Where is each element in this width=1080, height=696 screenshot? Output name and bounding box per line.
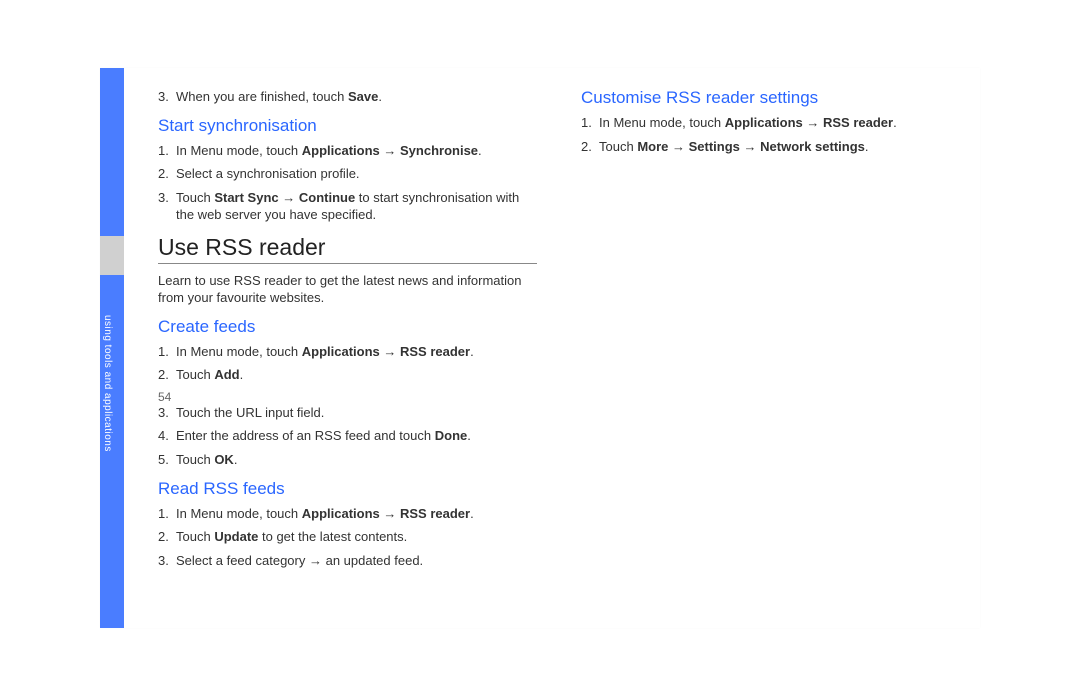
step-item: Touch the URL input field. [176, 404, 537, 422]
text-bold: More [637, 139, 668, 154]
step-num: 3. [158, 88, 169, 106]
step-item: Touch More → Settings → Network settings… [599, 138, 960, 156]
steps-read-rss: In Menu mode, touch Applications → RSS r… [158, 505, 537, 570]
text: When you are finished, touch [176, 89, 348, 104]
page-content: 3. When you are finished, touch Save. St… [124, 68, 980, 628]
text-bold: Save [348, 89, 378, 104]
heading-read-rss: Read RSS feeds [158, 479, 537, 499]
step-item: In Menu mode, touch Applications → RSS r… [176, 343, 537, 361]
page-number: 54 [158, 390, 537, 404]
steps-customise: In Menu mode, touch Applications → RSS r… [581, 114, 960, 155]
text: to get the latest contents. [258, 529, 407, 544]
heading-create-feeds: Create feeds [158, 317, 537, 337]
text-bold: RSS reader [400, 506, 470, 521]
step-item: 3. When you are finished, touch Save. [158, 88, 537, 106]
strip-segment: using tools and applications [100, 275, 124, 628]
text: In Menu mode, touch [599, 115, 725, 130]
step-item: In Menu mode, touch Applications → RSS r… [599, 114, 960, 132]
text-bold: Done [435, 428, 468, 443]
step-item: Touch Start Sync → Continue to start syn… [176, 189, 537, 224]
text: . [467, 428, 471, 443]
text-bold: RSS reader [823, 115, 893, 130]
text-bold: Applications [302, 143, 380, 158]
text-bold: Applications [302, 506, 380, 521]
step-item: In Menu mode, touch Applications → Synch… [176, 142, 537, 160]
text: → [279, 190, 299, 205]
text: → [803, 115, 823, 130]
text: In Menu mode, touch [176, 344, 302, 359]
columns: 3. When you are finished, touch Save. St… [158, 88, 960, 616]
step-item: Touch OK. [176, 451, 537, 469]
text-bold: Applications [725, 115, 803, 130]
text: . [865, 139, 869, 154]
step-item: Touch Update to get the latest contents. [176, 528, 537, 546]
text: . [893, 115, 897, 130]
heading-start-sync: Start synchronisation [158, 116, 537, 136]
text: → [380, 506, 400, 521]
text: In Menu mode, touch [176, 506, 302, 521]
text-bold: Add [214, 367, 239, 382]
heading-customise: Customise RSS reader settings [581, 88, 960, 108]
text: → [380, 344, 400, 359]
text: . [234, 452, 238, 467]
text: . [478, 143, 482, 158]
paragraph: Learn to use RSS reader to get the lates… [158, 272, 537, 307]
steps-create-feeds-cont: Touch the URL input field. Enter the add… [158, 404, 537, 469]
side-strip: using tools and applications [100, 68, 124, 628]
text: . [470, 344, 474, 359]
strip-segment [100, 236, 124, 275]
text: . [470, 506, 474, 521]
steps-create-feeds: In Menu mode, touch Applications → RSS r… [158, 343, 537, 384]
text: Touch [599, 139, 637, 154]
text: Touch [176, 452, 214, 467]
step-item: Select a feed category → an updated feed… [176, 552, 537, 570]
text: In Menu mode, touch [176, 143, 302, 158]
step-item: Select a synchronisation profile. [176, 165, 537, 183]
text-bold: RSS reader [400, 344, 470, 359]
text: . [240, 367, 244, 382]
text: Enter the address of an RSS feed and tou… [176, 428, 435, 443]
text-bold: Settings [689, 139, 740, 154]
text-bold: OK [214, 452, 234, 467]
text-bold: Network settings [760, 139, 865, 154]
strip-segment [100, 68, 124, 236]
sidebar-label: using tools and applications [102, 315, 113, 452]
text-bold: Start Sync [214, 190, 278, 205]
text-bold: Continue [299, 190, 355, 205]
text: . [378, 89, 382, 104]
step-item: In Menu mode, touch Applications → RSS r… [176, 505, 537, 523]
steps-start-sync: In Menu mode, touch Applications → Synch… [158, 142, 537, 224]
manual-page: using tools and applications 3. When you… [100, 68, 980, 628]
text: Touch [176, 529, 214, 544]
text: Touch [176, 367, 214, 382]
text-bold: Update [214, 529, 258, 544]
text-bold: Applications [302, 344, 380, 359]
text: → [668, 139, 688, 154]
step-item: Enter the address of an RSS feed and tou… [176, 427, 537, 445]
text: → [380, 143, 400, 158]
text: → [740, 139, 760, 154]
text-bold: Synchronise [400, 143, 478, 158]
heading-use-rss: Use RSS reader [158, 234, 537, 264]
step-item: Touch Add. [176, 366, 537, 384]
text: Touch [176, 190, 214, 205]
